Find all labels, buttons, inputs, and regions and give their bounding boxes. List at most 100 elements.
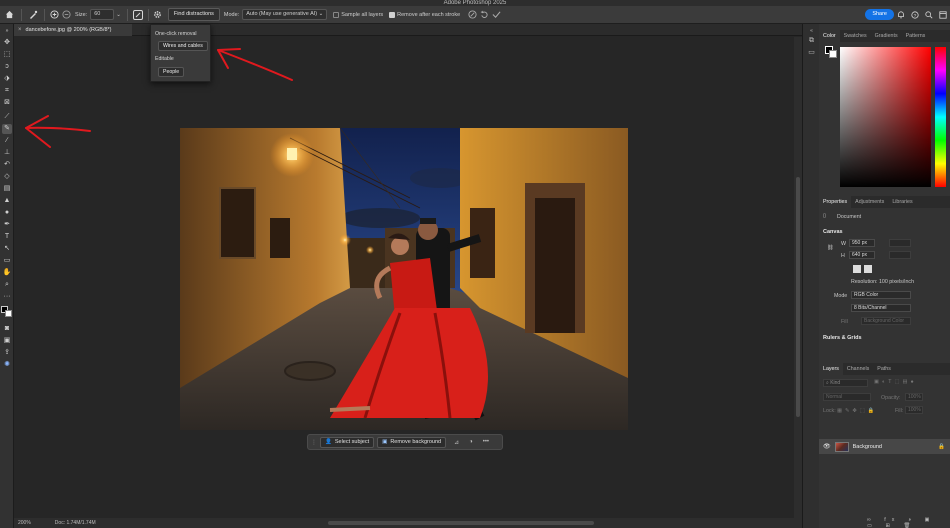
search-icon[interactable] (922, 8, 936, 22)
eraser-tool-icon[interactable]: ◇ (2, 172, 12, 182)
background-color-chip[interactable] (829, 50, 837, 58)
remove-tool-icon[interactable]: ✎ (2, 124, 12, 134)
pen-tool-icon[interactable]: ✒ (2, 220, 12, 230)
sample-all-layers-checkbox[interactable] (333, 11, 340, 18)
collapse-icon[interactable]: » (2, 26, 12, 36)
height-field[interactable]: 640 px (849, 251, 875, 259)
blur-tool-icon[interactable]: ▲ (2, 196, 12, 206)
blend-mode-select[interactable]: Normal (823, 393, 871, 401)
tab-libraries[interactable]: Libraries (888, 196, 916, 208)
tab-paths[interactable]: Paths (873, 363, 895, 375)
collapse-icon[interactable]: « (806, 26, 817, 36)
screen-mode-icon[interactable]: ▣ (2, 336, 12, 346)
horizontal-scrollbar[interactable] (328, 521, 594, 525)
transform-icon[interactable]: ⊿ (454, 439, 459, 446)
clone-stamp-tool-icon[interactable]: ⊥ (2, 148, 12, 158)
width-field[interactable]: 950 px (849, 239, 875, 247)
gear-icon[interactable] (152, 8, 164, 22)
pressure-icon[interactable] (466, 8, 478, 22)
pressure-size-icon[interactable] (131, 8, 145, 22)
share-button[interactable]: Share (865, 9, 894, 20)
layer-actions[interactable]: ∞ fx ◑ ▣ ▭ ⊞ 🗑 (867, 517, 950, 528)
more-tools-icon[interactable]: ··· (2, 292, 12, 302)
select-subject-button[interactable]: 👤 Select subject (320, 436, 375, 448)
lock-icons[interactable]: ▦✎✥⬚🔒 (837, 408, 877, 414)
hand-tool-icon[interactable]: ✋ (2, 268, 12, 278)
brush-subtract-icon[interactable] (60, 8, 72, 22)
size-input[interactable]: 60 (90, 9, 115, 20)
tab-adjustments[interactable]: Adjustments (851, 196, 888, 208)
landscape-icon[interactable] (864, 265, 872, 273)
link-icon[interactable]: ⛓ (827, 245, 834, 251)
drag-handle-icon[interactable]: ⋮ (311, 439, 317, 446)
hue-slider[interactable] (935, 47, 946, 187)
lasso-tool-icon[interactable]: ↄ (2, 62, 12, 72)
workspace-icon[interactable] (936, 8, 950, 22)
marquee-tool-icon[interactable]: ⬚ (2, 50, 12, 60)
tab-swatches[interactable]: Swatches (840, 30, 871, 42)
brush-add-icon[interactable] (48, 8, 60, 22)
y-field[interactable] (889, 251, 911, 259)
layer-row-background[interactable]: 👁 Background 🔒 (819, 439, 950, 454)
history-icon[interactable]: ⧉ (806, 36, 817, 46)
opacity-field[interactable]: 100% (905, 393, 923, 401)
adjustment-icon[interactable]: ◑ (469, 439, 473, 445)
tab-channels[interactable]: Channels (843, 363, 873, 375)
checkmark-icon[interactable] (490, 8, 502, 22)
remove-after-stroke-checkbox[interactable] (389, 11, 396, 18)
eye-icon[interactable]: 👁 (823, 443, 831, 450)
rulers-grids-header[interactable]: Rulers & Grids (823, 335, 862, 341)
layer-filter-kind[interactable]: ⌕ Kind (823, 379, 868, 387)
background-color-swatch[interactable] (5, 310, 12, 317)
bell-icon[interactable] (894, 8, 908, 22)
wires-and-cables-item[interactable]: Wires and cables (158, 41, 208, 51)
dodge-tool-icon[interactable]: ● (2, 208, 12, 218)
people-item[interactable]: People (158, 67, 185, 77)
tab-patterns[interactable]: Patterns (902, 30, 930, 42)
mode-select[interactable]: Auto (May use generative AI) ⌄ (242, 9, 328, 20)
home-icon[interactable] (0, 8, 18, 22)
layer-filter-icons[interactable]: ▣◐T⬚▤● (874, 379, 917, 385)
tab-properties[interactable]: Properties (819, 196, 852, 208)
object-selection-tool-icon[interactable]: ⬗ (2, 74, 12, 84)
eyedropper-tool-icon[interactable]: ⟋ (2, 112, 12, 122)
help-icon[interactable]: ? (908, 8, 922, 22)
document-image[interactable] (180, 128, 628, 430)
undo-icon[interactable] (478, 8, 490, 22)
x-field[interactable] (889, 239, 911, 247)
tab-gradients[interactable]: Gradients (871, 30, 902, 42)
chevron-down-icon[interactable]: ⌄ (116, 12, 121, 18)
bit-depth-select[interactable]: 8 Bits/Channel (851, 304, 911, 312)
generative-icon[interactable]: ✺ (2, 360, 12, 370)
quick-mask-icon[interactable]: ◙ (2, 324, 12, 334)
portrait-icon[interactable] (853, 265, 861, 273)
tab-color[interactable]: Color (819, 30, 840, 42)
remove-tool-preset-icon[interactable] (25, 8, 41, 22)
more-options-icon[interactable]: ••• (483, 439, 489, 445)
zoom-tool-icon[interactable]: ⌕ (2, 280, 12, 290)
tab-layers[interactable]: Layers (819, 363, 843, 375)
brush-tool-icon[interactable]: ∕ (2, 136, 12, 146)
vertical-scrollbar[interactable] (794, 37, 802, 518)
history-brush-tool-icon[interactable]: ↶ (2, 160, 12, 170)
export-icon[interactable]: ⇪ (2, 348, 12, 358)
color-picker-field[interactable] (840, 47, 931, 187)
remove-background-button[interactable]: ▣ Remove background (377, 436, 447, 448)
layer-thumbnail (834, 441, 849, 452)
type-tool-icon[interactable]: T (2, 232, 12, 242)
canvas-header[interactable]: Canvas (823, 229, 843, 235)
move-tool-icon[interactable]: ✥ (2, 38, 12, 48)
color-mode-select[interactable]: RGB Color (851, 291, 911, 299)
frame-tool-icon[interactable]: ⊠ (2, 98, 12, 108)
find-distractions-button[interactable]: Find distractions (167, 8, 220, 21)
crop-tool-icon[interactable]: ⌗ (2, 86, 12, 96)
zoom-level[interactable]: 200% (18, 520, 31, 526)
gradient-tool-icon[interactable]: ▤ (2, 184, 12, 194)
path-selection-tool-icon[interactable]: ↖ (2, 244, 12, 254)
fill-select[interactable]: Background Color (861, 317, 911, 325)
rectangle-tool-icon[interactable]: ▭ (2, 256, 12, 266)
document-tab[interactable]: × dancebefore.jpg @ 200% (RGB/8*) (14, 24, 132, 36)
close-icon[interactable]: × (18, 27, 22, 33)
fill-opacity-field[interactable]: 100% (905, 406, 923, 414)
comments-icon[interactable]: ▭ (806, 48, 817, 58)
